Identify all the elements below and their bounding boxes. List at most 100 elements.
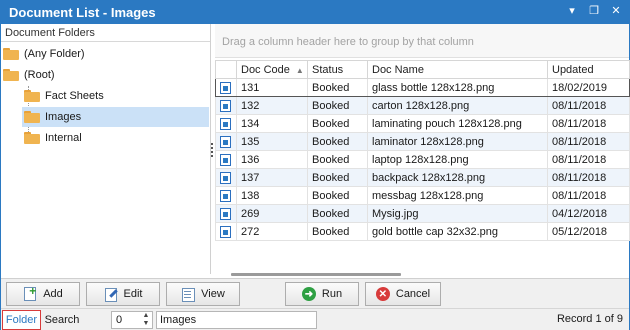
cell-updated[interactable]: 08/11/2018 xyxy=(547,186,630,205)
folder-label: (Root) xyxy=(24,69,55,81)
pin-icon[interactable]: ▾ xyxy=(565,4,579,18)
action-toolbar: Add Edit View ➜ Run ✕ Cancel xyxy=(1,278,629,308)
folder-icon xyxy=(3,48,19,60)
cell-doc-name[interactable]: laminator 128x128.png xyxy=(367,132,548,151)
view-document-icon xyxy=(181,287,196,302)
folder-icon xyxy=(3,69,19,81)
cell-doc-code[interactable]: 272 xyxy=(236,222,308,241)
column-header-doc-name[interactable]: Doc Name xyxy=(367,60,548,79)
cell-updated[interactable]: 04/12/2018 xyxy=(547,204,630,223)
folder-tree-header: Document Folders xyxy=(1,24,210,42)
cell-doc-code[interactable]: 134 xyxy=(236,114,308,133)
cell-status[interactable]: Booked xyxy=(307,204,368,223)
folder-item-internal[interactable]: Internal xyxy=(22,128,209,148)
cell-doc-code[interactable]: 135 xyxy=(236,132,308,151)
document-grid-panel: Drag a column header here to group by th… xyxy=(215,24,630,274)
folder-item-images[interactable]: Images xyxy=(22,107,209,127)
row-doc-icon[interactable] xyxy=(215,222,237,241)
edit-button[interactable]: Edit xyxy=(86,282,160,306)
cell-updated[interactable]: 18/02/2019 xyxy=(547,78,630,97)
cell-doc-name[interactable]: glass bottle 128x128.png xyxy=(367,78,548,97)
table-row[interactable]: 138 Booked messbag 128x128.png 08/11/2018 xyxy=(215,186,630,205)
cell-status[interactable]: Booked xyxy=(307,150,368,169)
spinner-arrows-icon[interactable]: ▲ ▼ xyxy=(141,312,151,328)
folder-label: (Any Folder) xyxy=(24,48,85,60)
table-row[interactable]: 269 Booked Mysig.jpg 04/12/2018 xyxy=(215,204,630,223)
cell-doc-code[interactable]: 136 xyxy=(236,150,308,169)
row-doc-icon[interactable] xyxy=(215,150,237,169)
cell-doc-name[interactable]: carton 128x128.png xyxy=(367,96,548,115)
cell-updated[interactable]: 05/12/2018 xyxy=(547,222,630,241)
row-doc-icon[interactable] xyxy=(215,114,237,133)
document-list-window: Document List - Images ▾ ❐ ✕ Document Fo… xyxy=(0,0,630,330)
cancel-button[interactable]: ✕ Cancel xyxy=(365,282,441,306)
cell-doc-code[interactable]: 131 xyxy=(236,78,308,97)
cell-status[interactable]: Booked xyxy=(307,186,368,205)
run-button[interactable]: ➜ Run xyxy=(285,282,359,306)
row-doc-icon[interactable] xyxy=(215,132,237,151)
row-doc-icon[interactable] xyxy=(215,204,237,223)
add-button[interactable]: Add xyxy=(6,282,80,306)
cell-doc-name[interactable]: gold bottle cap 32x32.png xyxy=(367,222,548,241)
table-row[interactable]: 131 Booked glass bottle 128x128.png 18/02/2… xyxy=(215,78,630,97)
edit-document-icon xyxy=(104,287,118,302)
folder-item-any-folder[interactable]: (Any Folder) xyxy=(3,44,209,64)
folder-label: Fact Sheets xyxy=(45,90,104,102)
cell-updated[interactable]: 08/11/2018 xyxy=(547,96,630,115)
column-header-status[interactable]: Status xyxy=(307,60,368,79)
cell-status[interactable]: Booked xyxy=(307,168,368,187)
table-row[interactable]: 272 Booked gold bottle cap 32x32.png 05/12/… xyxy=(215,222,630,241)
folder-item-fact-sheets[interactable]: Fact Sheets xyxy=(22,86,209,106)
cell-updated[interactable]: 08/11/2018 xyxy=(547,114,630,133)
column-header-doc-code[interactable]: Doc Code ▲ xyxy=(236,60,308,79)
search-tab[interactable]: Search xyxy=(43,311,81,329)
horizontal-scrollbar[interactable] xyxy=(231,273,401,276)
row-doc-icon[interactable] xyxy=(215,186,237,205)
title-bar[interactable]: Document List - Images ▾ ❐ ✕ xyxy=(1,1,629,24)
cell-doc-code[interactable]: 269 xyxy=(236,204,308,223)
level-spinner[interactable]: 0 ▲ ▼ xyxy=(111,311,153,329)
folder-path-field[interactable]: Images xyxy=(156,311,317,329)
cell-status[interactable]: Booked xyxy=(307,114,368,133)
group-by-panel[interactable]: Drag a column header here to group by th… xyxy=(215,24,629,58)
image-document-icon xyxy=(220,135,231,148)
cell-doc-name[interactable]: laminating pouch 128x128.png xyxy=(367,114,548,133)
cell-updated[interactable]: 08/11/2018 xyxy=(547,168,630,187)
column-header-updated[interactable]: Updated xyxy=(547,60,630,79)
cell-doc-name[interactable]: Mysig.jpg xyxy=(367,204,548,223)
cell-updated[interactable]: 08/11/2018 xyxy=(547,150,630,169)
edit-button-label: Edit xyxy=(123,288,143,300)
panel-splitter[interactable] xyxy=(210,141,214,161)
grid-body: 131 Booked glass bottle 128x128.png 18/02/2… xyxy=(215,78,630,241)
cell-doc-name[interactable]: messbag 128x128.png xyxy=(367,186,548,205)
table-row[interactable]: 132 Booked carton 128x128.png 08/11/2018 xyxy=(215,96,630,115)
table-row[interactable]: 137 Booked backpack 128x128.png 08/11/2018 xyxy=(215,168,630,187)
row-doc-icon[interactable] xyxy=(215,168,237,187)
add-button-label: Add xyxy=(43,288,63,300)
close-icon[interactable]: ✕ xyxy=(609,4,623,18)
add-document-icon xyxy=(23,284,37,301)
cell-status[interactable]: Booked xyxy=(307,222,368,241)
view-button[interactable]: View xyxy=(166,282,240,306)
cell-doc-code[interactable]: 138 xyxy=(236,186,308,205)
folder-label: Internal xyxy=(45,132,82,144)
cell-doc-name[interactable]: backpack 128x128.png xyxy=(367,168,548,187)
table-row[interactable]: 135 Booked laminator 128x128.png 08/11/2018 xyxy=(215,132,630,151)
view-button-label: View xyxy=(201,288,225,300)
table-row[interactable]: 134 Booked laminating pouch 128x128.png 08/… xyxy=(215,114,630,133)
cell-status[interactable]: Booked xyxy=(307,132,368,151)
cell-doc-code[interactable]: 137 xyxy=(236,168,308,187)
table-row[interactable]: 136 Booked laptop 128x128.png 08/11/2018 xyxy=(215,150,630,169)
folder-item-root[interactable]: (Root) xyxy=(3,65,209,85)
cell-doc-name[interactable]: laptop 128x128.png xyxy=(367,150,548,169)
cell-status[interactable]: Booked xyxy=(307,78,368,97)
folder-tab[interactable]: Folder xyxy=(2,310,41,330)
cell-doc-code[interactable]: 132 xyxy=(236,96,308,115)
row-doc-icon[interactable] xyxy=(215,96,237,115)
column-header-icon[interactable] xyxy=(215,60,237,79)
restore-icon[interactable]: ❐ xyxy=(587,4,601,18)
folder-label: Images xyxy=(45,111,82,123)
cell-updated[interactable]: 08/11/2018 xyxy=(547,132,630,151)
cell-status[interactable]: Booked xyxy=(307,96,368,115)
row-doc-icon[interactable] xyxy=(215,78,237,97)
